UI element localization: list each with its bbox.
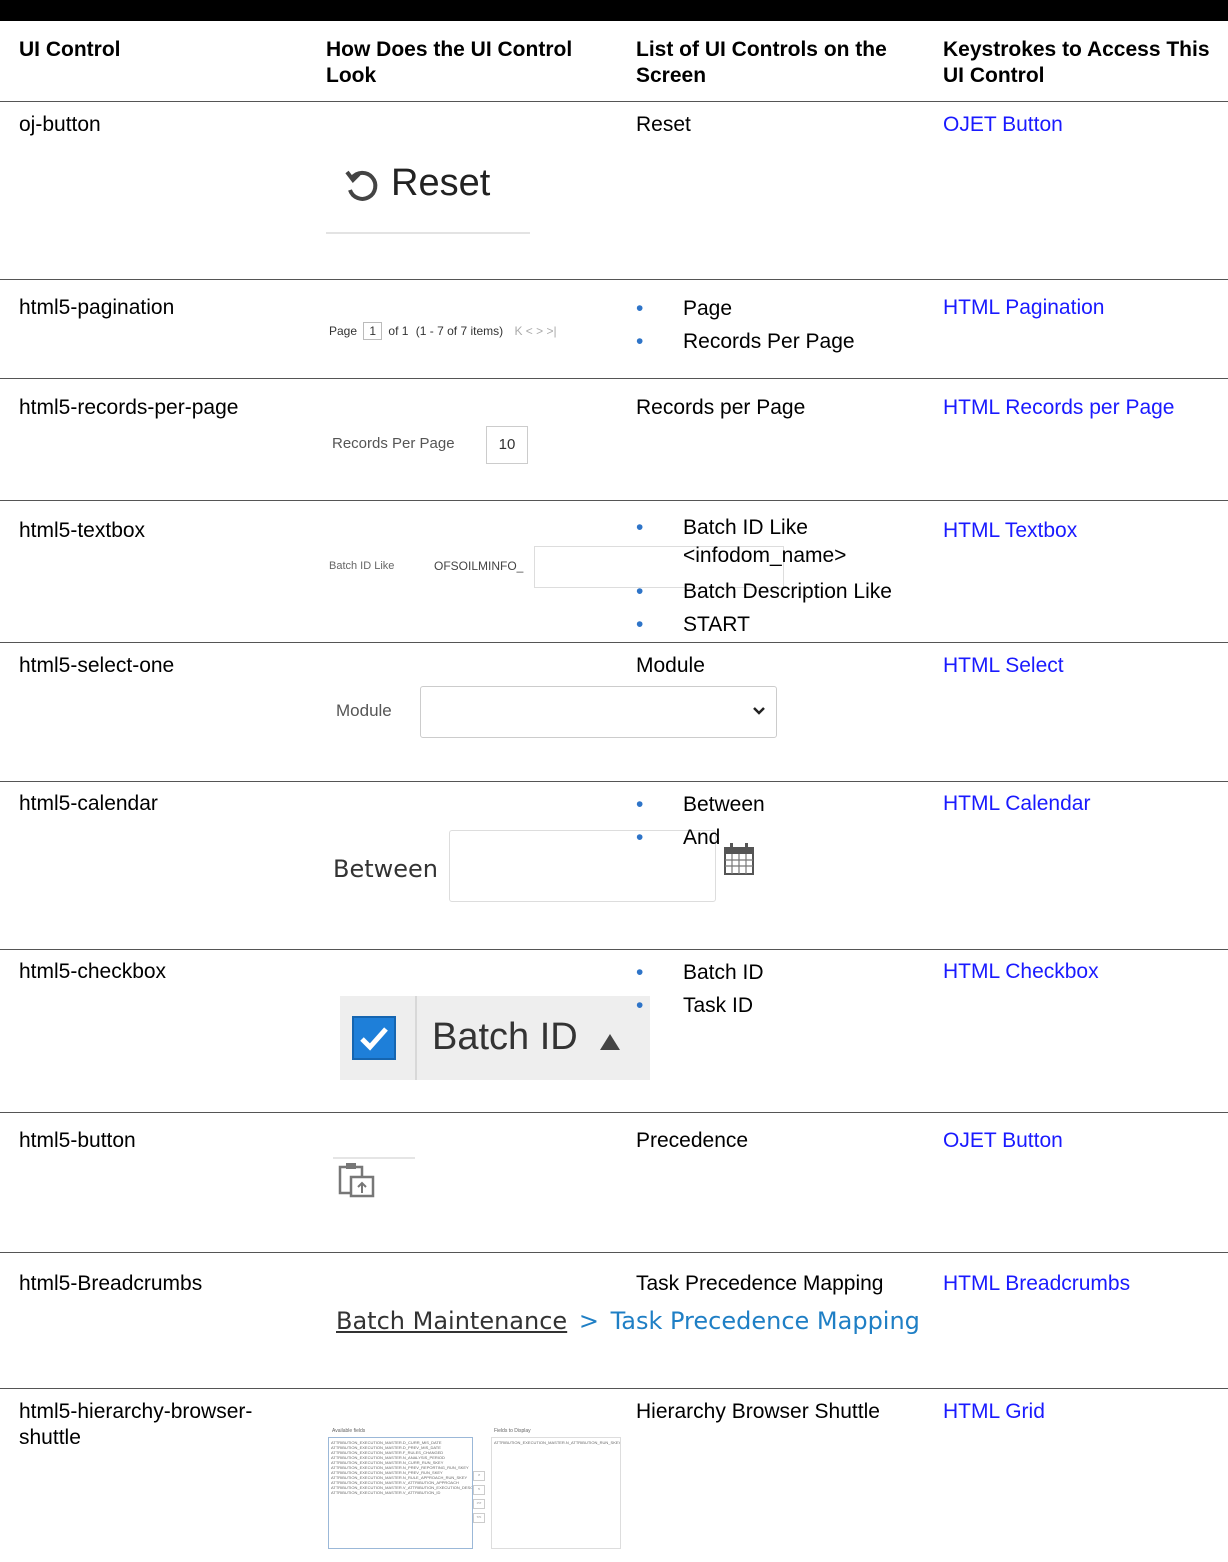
list-item: Batch Description Like (636, 575, 936, 608)
fields-to-display-list: ATTRIBUTION_EXECUTION_MASTER.N_ATTRIBUTI… (491, 1437, 621, 1549)
available-fields-label: Available fields (332, 1428, 366, 1434)
list-item: Batch ID Like <infodom_name> (636, 514, 936, 575)
list-item: Records Per Page (636, 325, 855, 358)
list-item: START (636, 608, 936, 641)
header-list-controls: List of UI Controls on the Screen (636, 38, 887, 87)
checkbox-label: Batch ID (432, 1016, 578, 1058)
items-text: (1 - 7 of 7 items) (415, 324, 504, 338)
select-mock: Module (336, 686, 780, 738)
precedence-button-mock (333, 1157, 415, 1201)
link-html-pagination[interactable]: HTML Pagination (943, 295, 1104, 321)
list-item: Batch ID (636, 956, 764, 989)
link-ojet-button[interactable]: OJET Button (943, 1128, 1063, 1154)
table-row: html5-textbox Batch ID Like OFSOILMINFO_… (0, 501, 1228, 643)
table-row: html5-records-per-page Records Per Page … (0, 379, 1228, 501)
control-name: html5-textbox (19, 519, 146, 542)
link-html-records-per-page[interactable]: HTML Records per Page (943, 395, 1174, 421)
control-name: html5-pagination (19, 296, 175, 319)
link-html-select[interactable]: HTML Select (943, 653, 1064, 679)
link-html-textbox[interactable]: HTML Textbox (943, 518, 1077, 544)
move-all-right-button: >> (473, 1499, 485, 1509)
shuttle-buttons: > < >> << (473, 1471, 485, 1523)
link-ojet-button[interactable]: OJET Button (943, 112, 1063, 138)
table-row: oj-button Reset Reset OJET Button (0, 102, 1228, 280)
list-item: Task ID (636, 989, 764, 1022)
calendar-label: Between (333, 855, 439, 883)
breadcrumb: Batch Maintenance > Task Precedence Mapp… (336, 1304, 920, 1338)
textbox-label: Batch ID Like (329, 560, 395, 572)
list-items: Batch ID Like <infodom_name> Batch Descr… (636, 514, 936, 641)
precedence-icon (338, 1163, 375, 1198)
table-header: UI Control How Does the UI Control Look … (0, 21, 1228, 102)
select-field (420, 686, 777, 738)
control-name: html5-checkbox (19, 960, 167, 983)
control-name: html5-records-per-page (19, 396, 239, 419)
control-name: html5-select-one (19, 654, 175, 677)
control-name: html5-Breadcrumbs (19, 1272, 203, 1295)
control-name: oj-button (19, 113, 101, 136)
control-name: html5-hierarchy-browser-shuttle (19, 1400, 253, 1449)
chevron-down-icon (753, 707, 765, 715)
fields-to-display-label: Fields to Display (494, 1428, 531, 1434)
checkbox-mock: Batch ID (340, 996, 650, 1080)
list-item: Precedence (636, 1129, 749, 1152)
header-how-look: How Does the UI Control Look (326, 38, 573, 87)
page-of: of 1 (388, 324, 409, 338)
link-html-calendar[interactable]: HTML Calendar (943, 791, 1090, 817)
table-row: html5-select-one Module Module HTML Sele… (0, 643, 1228, 782)
reset-button-mock: Reset (326, 154, 530, 234)
divider (415, 996, 417, 1080)
records-per-page-mock: Records Per Page 10 (332, 426, 542, 466)
link-html-breadcrumbs[interactable]: HTML Breadcrumbs (943, 1271, 1130, 1297)
table-row: html5-pagination Page 1 of 1 (1 - 7 of 7… (0, 280, 1228, 379)
header-ui-control: UI Control (19, 38, 121, 61)
page-label: Page (329, 324, 358, 338)
control-name: html5-button (19, 1129, 136, 1152)
list-item: ATTRIBUTION_EXECUTION_MASTER.V_ATTRIBUTI… (331, 1490, 441, 1495)
header-keystrokes: Keystrokes to Access This UI Control (943, 38, 1210, 87)
list-items: Between And (636, 788, 765, 854)
available-items: ATTRIBUTION_EXECUTION_MASTER.D_CURR_MIS_… (329, 1438, 472, 1497)
breadcrumb-separator: > (578, 1307, 599, 1335)
pager-nav-icons: K < > >| (514, 324, 557, 338)
move-left-button: < (473, 1485, 485, 1495)
records-label: Records Per Page (332, 435, 455, 452)
control-name: html5-calendar (19, 792, 158, 815)
table-row: html5-Breadcrumbs Batch Maintenance > Ta… (0, 1253, 1228, 1389)
list-item: Module (636, 654, 705, 677)
move-right-button: > (473, 1471, 485, 1481)
list-item: Between (636, 788, 765, 821)
hierarchy-shuttle-mock: Available fields Fields to Display ATTRI… (328, 1429, 623, 1549)
table-row: html5-button Precedence OJET Button (0, 1113, 1228, 1253)
breadcrumb-item[interactable]: Batch Maintenance (336, 1307, 567, 1335)
move-all-left-button: << (473, 1513, 485, 1523)
list-item: Reset (636, 113, 691, 136)
list-item: And (636, 821, 765, 854)
list-items: Page Records Per Page (636, 292, 855, 358)
checkbox-checked-icon (352, 1016, 396, 1060)
list-item: Records per Page (636, 396, 806, 419)
list-items: Batch ID Task ID (636, 956, 764, 1022)
page-input: 1 (363, 322, 383, 340)
table-row: html5-calendar Between Between And HTML … (0, 782, 1228, 950)
list-item: Hierarchy Browser Shuttle (636, 1400, 880, 1423)
reset-label: Reset (391, 162, 491, 204)
pagination-mock: Page 1 of 1 (1 - 7 of 7 items) K < > >| (329, 320, 619, 342)
list-item: Page (636, 292, 855, 325)
reset-icon (345, 170, 378, 201)
sort-up-icon (600, 1034, 620, 1050)
list-item: ATTRIBUTION_EXECUTION_MASTER.N_ATTRIBUTI… (494, 1440, 621, 1445)
top-rule (0, 0, 1228, 21)
breadcrumb-current: Task Precedence Mapping (610, 1307, 920, 1335)
link-html-checkbox[interactable]: HTML Checkbox (943, 959, 1099, 985)
table-row: html5-hierarchy-browser-shuttle Availabl… (0, 1389, 1228, 1561)
list-item: Task Precedence Mapping (636, 1272, 884, 1295)
textbox-value: OFSOILMINFO_ (434, 559, 524, 573)
table-row: html5-checkbox Batch ID Batch ID Task ID… (0, 950, 1228, 1113)
select-label: Module (336, 701, 392, 720)
records-input: 10 (486, 426, 528, 464)
available-fields-list: ATTRIBUTION_EXECUTION_MASTER.D_CURR_MIS_… (328, 1437, 473, 1549)
link-html-grid[interactable]: HTML Grid (943, 1399, 1045, 1425)
